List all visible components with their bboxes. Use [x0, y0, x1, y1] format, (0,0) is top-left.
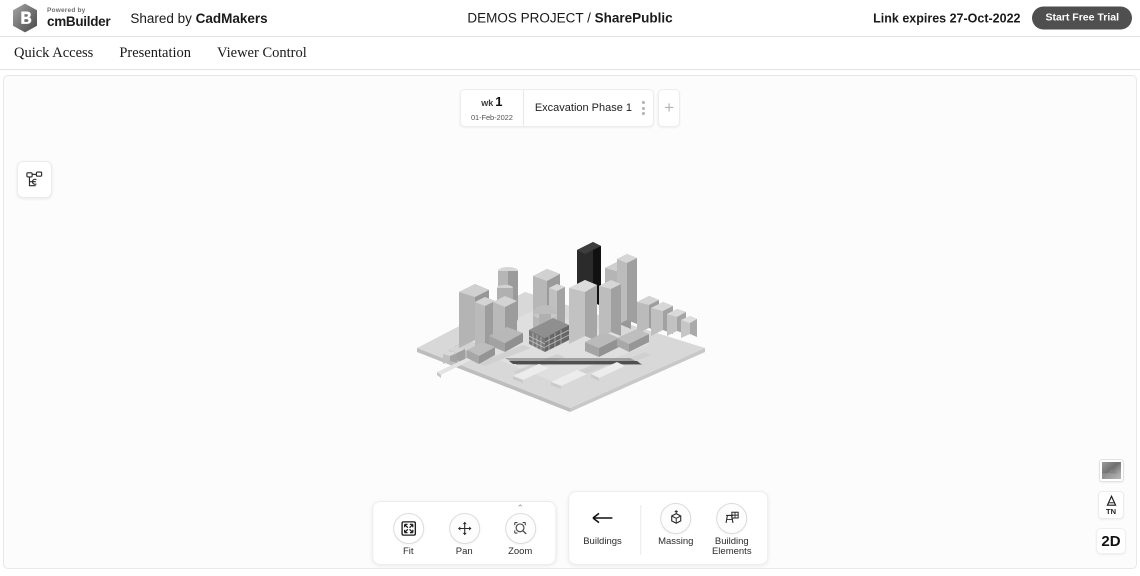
- hexagon-b-logo-icon: [10, 2, 40, 34]
- view-tools-toolbar: Fit Pan ⌃: [372, 501, 556, 565]
- nav-item-presentation[interactable]: Presentation: [119, 45, 191, 62]
- model-tree-button[interactable]: [17, 161, 52, 198]
- compass-label: TN: [1106, 508, 1116, 516]
- phase-timeline: wk1 01-Feb-2022 Excavation Phase 1 +: [460, 89, 680, 127]
- start-free-trial-button[interactable]: Start Free Trial: [1032, 7, 1132, 30]
- city-massing-model: [405, 230, 735, 425]
- tool-massing[interactable]: Massing: [655, 503, 697, 547]
- fit-to-screen-icon: [393, 513, 424, 544]
- building-elements-icon: [716, 503, 747, 534]
- tool-pan-label: Pan: [456, 547, 473, 557]
- project-name: DEMOS PROJECT: [467, 11, 583, 26]
- toolbar-divider: [640, 505, 641, 556]
- title-separator: /: [583, 11, 594, 26]
- chevron-up-icon[interactable]: ⌃: [516, 504, 524, 513]
- minimap-thumbnail-icon[interactable]: [1099, 459, 1124, 482]
- project-title: DEMOS PROJECT / SharePublic: [467, 11, 672, 26]
- hierarchy-tree-icon: [25, 170, 44, 189]
- phase-label: Excavation Phase 1: [535, 102, 632, 114]
- tool-building-elements-label: Building Elements: [712, 537, 752, 558]
- viewport-right-controls: TN 2D: [1096, 459, 1126, 554]
- share-name: SharePublic: [595, 11, 673, 26]
- week-number: 1: [495, 94, 502, 109]
- week-date: 01-Feb-2022: [471, 113, 513, 122]
- timeline-phase-cell[interactable]: Excavation Phase 1: [524, 90, 653, 126]
- highlighted-tower: [577, 242, 601, 310]
- tool-zoom[interactable]: ⌃ Zoom: [499, 513, 541, 557]
- zoom-region-icon: [505, 513, 536, 544]
- tool-pan[interactable]: Pan: [443, 513, 485, 557]
- tool-building-elements[interactable]: Building Elements: [711, 503, 753, 558]
- back-arrow-icon: [591, 510, 615, 526]
- cmbuilder-wordmark: cmBuilder: [47, 15, 110, 29]
- nav-item-viewer-control[interactable]: Viewer Control: [217, 45, 307, 62]
- cube-massing-icon: [660, 503, 691, 534]
- pan-move-icon: [449, 513, 480, 544]
- link-expiry-label: Link expires 27-Oct-2022: [873, 11, 1020, 25]
- brand-logo[interactable]: Powered by cmBuilder: [10, 2, 110, 34]
- tool-zoom-label: Zoom: [508, 547, 532, 557]
- tool-buildings-label: Buildings: [583, 537, 622, 547]
- timeline-card: wk1 01-Feb-2022 Excavation Phase 1: [460, 89, 654, 127]
- three-dots-vertical-icon[interactable]: [640, 99, 647, 117]
- dimension-toggle-button[interactable]: 2D: [1096, 528, 1126, 554]
- shared-by-prefix: Shared by: [130, 11, 195, 26]
- shared-by-company: CadMakers: [196, 11, 268, 26]
- bottom-toolbars: Fit Pan ⌃: [372, 491, 768, 566]
- top-header: Powered by cmBuilder Shared by CadMakers…: [0, 0, 1140, 37]
- secondary-navbar: Quick Access Presentation Viewer Control: [0, 37, 1140, 70]
- nav-item-quick-access[interactable]: Quick Access: [14, 45, 93, 62]
- week-label: wk: [481, 98, 493, 108]
- tool-fit-label: Fit: [403, 547, 414, 557]
- timeline-week-cell[interactable]: wk1 01-Feb-2022: [461, 90, 524, 126]
- header-right-group: Link expires 27-Oct-2022 Start Free Tria…: [873, 7, 1132, 30]
- shared-by-text: Shared by CadMakers: [130, 11, 267, 26]
- add-phase-button[interactable]: +: [658, 89, 680, 127]
- tool-buildings-back[interactable]: Buildings: [583, 503, 626, 547]
- model-viewport[interactable]: wk1 01-Feb-2022 Excavation Phase 1 +: [3, 75, 1137, 569]
- north-arrow-icon: [1105, 495, 1118, 508]
- tool-fit[interactable]: Fit: [387, 513, 429, 557]
- tool-massing-label: Massing: [658, 537, 693, 547]
- true-north-compass-button[interactable]: TN: [1098, 491, 1124, 519]
- category-tools-toolbar: Buildings Massing: [568, 491, 768, 566]
